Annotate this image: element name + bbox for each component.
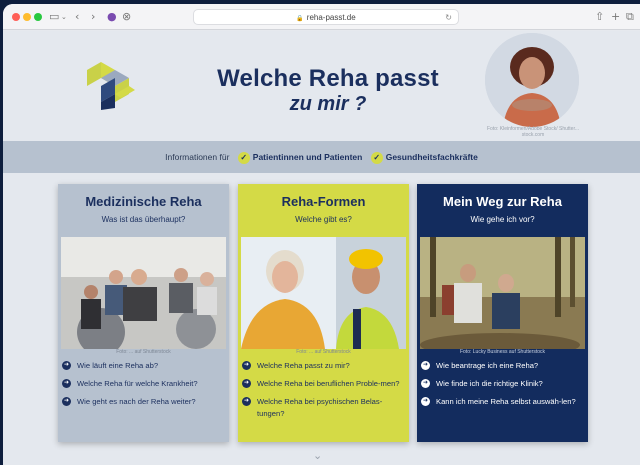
arrow-right-icon: ➜ [421, 379, 430, 388]
photo-credit: Foto: ... auf Shutterstock [296, 349, 351, 355]
card-title: Reha-Formen [281, 194, 366, 209]
forward-icon[interactable]: › [91, 10, 95, 24]
audience-professionals-link[interactable]: ✓ Gesundheitsfachkräfte [370, 141, 478, 173]
reha-logo-icon[interactable] [83, 56, 139, 112]
card-link-label: Welche Reha für welche Krankheit? [77, 379, 198, 388]
arrow-right-icon: ➜ [421, 361, 430, 370]
arrow-right-icon: ➜ [62, 397, 71, 406]
check-icon: ✓ [370, 151, 383, 164]
card-title: Mein Weg zur Reha [443, 194, 562, 209]
card-link-label: Kann ich meine Reha selbst auswäh-len? [436, 397, 576, 406]
card-link-label: Welche Reha bei beruflichen Proble-men? [257, 379, 400, 388]
arrow-right-icon: ➜ [242, 361, 251, 370]
back-icon[interactable]: ‹ [75, 10, 79, 24]
portrait-photo [485, 33, 579, 127]
card-link-label: Welche Reha bei psychischen Belas-tungen… [257, 397, 383, 418]
card-link[interactable]: ➜ Wie beantrage ich eine Reha? [421, 360, 584, 372]
card-link-label: Wie geht es nach der Reha weiter? [77, 397, 196, 406]
card-link[interactable]: ➜ Kann ich meine Reha selbst auswäh-len? [421, 396, 584, 408]
portrait-credit: Foto: Kleinformen/Adobe Stock/ Shutter..… [487, 126, 579, 138]
card-link-label: Wie beantrage ich eine Reha? [436, 361, 539, 370]
card-link-label: Welche Reha passt zu mir? [257, 361, 350, 370]
reload-icon[interactable]: ↻ [445, 10, 452, 25]
card-subtitle: Wie gehe ich vor? [470, 215, 535, 224]
card-medizinische-reha[interactable]: Medizinische Reha Was ist das überhaupt? [58, 184, 229, 442]
card-link-list: ➜ Welche Reha passt zu mir? ➜ Welche Reha … [242, 360, 405, 426]
card-link-label: Wie läuft eine Reha ab? [77, 361, 159, 370]
card-link[interactable]: ➜ Welche Reha für welche Krankheit? [62, 378, 225, 390]
card-link[interactable]: ➜ Welche Reha bei beruflichen Proble-men? [242, 378, 405, 390]
privacy-shield-icon[interactable]: ⊗ [122, 10, 131, 24]
tab-overview-icon[interactable]: ⧉ [626, 10, 634, 24]
card-photo [420, 237, 585, 349]
lock-icon: 🔒 [296, 16, 304, 22]
close-window-button[interactable] [12, 13, 20, 21]
arrow-right-icon: ➜ [242, 379, 251, 388]
card-link-list: ➜ Wie beantrage ich eine Reha? ➜ Wie finde… [421, 360, 584, 414]
card-link-label: Wie finde ich die richtige Klinik? [436, 379, 543, 388]
audience-bar: Informationen für ✓ Patientinnen und Pati… [3, 141, 640, 173]
photo-credit: Foto: Lucky Business auf Shutterstock [459, 349, 546, 355]
minimize-window-button[interactable] [23, 13, 31, 21]
scroll-down-chevron-icon[interactable]: ⌄ [313, 449, 322, 462]
hero-section: Welche Reha passt zu mir ? Foto: Kleinfo… [3, 31, 640, 141]
card-reha-formen[interactable]: Reha-Formen Welche gibt es? Foto: ... au… [238, 184, 409, 442]
page-subtitle: zu mir ? [289, 93, 367, 115]
audience-professionals-label: Gesundheitsfachkräfte [385, 152, 478, 162]
card-photo [61, 237, 226, 349]
audience-patients-link[interactable]: ✓ Patientinnen und Patienten [237, 141, 363, 173]
url-text: reha-passt.de [306, 13, 356, 22]
browser-window: ▭ ⌄ ‹ › ● ⊗ 🔒 reha-passt.de ↻ ⇧ + ⧉ Welch… [3, 4, 640, 465]
sidebar-toggle-icon[interactable]: ▭ [49, 10, 59, 24]
page-content: Welche Reha passt zu mir ? Foto: Kleinfo… [3, 31, 640, 465]
card-link[interactable]: ➜ Wie läuft eine Reha ab? [62, 360, 225, 372]
chevron-down-icon[interactable]: ⌄ [61, 10, 67, 24]
photo-credit: Foto: ... auf Shutterstock [116, 349, 171, 355]
arrow-right-icon: ➜ [62, 379, 71, 388]
card-link-list: ➜ Wie läuft eine Reha ab? ➜ Welche Reha fü… [62, 360, 225, 414]
card-link[interactable]: ➜ Wie finde ich die richtige Klinik? [421, 378, 584, 390]
zoom-window-button[interactable] [34, 13, 42, 21]
check-icon: ✓ [237, 151, 250, 164]
arrow-right-icon: ➜ [62, 361, 71, 370]
address-bar[interactable]: 🔒 reha-passt.de ↻ [193, 9, 459, 25]
browser-toolbar: ▭ ⌄ ‹ › ● ⊗ 🔒 reha-passt.de ↻ ⇧ + ⧉ [3, 4, 640, 30]
extension-icon[interactable]: ● [107, 10, 117, 24]
share-icon[interactable]: ⇧ [595, 10, 604, 24]
audience-prefix: Informationen für [165, 152, 230, 162]
card-link[interactable]: ➜ Wie geht es nach der Reha weiter? [62, 396, 225, 408]
card-subtitle: Was ist das überhaupt? [101, 215, 186, 224]
card-title: Medizinische Reha [85, 194, 202, 209]
card-subtitle: Welche gibt es? [295, 215, 352, 224]
card-mein-weg-zur-reha[interactable]: Mein Weg zur Reha Wie gehe ich vor? Foto… [417, 184, 588, 442]
arrow-right-icon: ➜ [421, 397, 430, 406]
card-photo [241, 237, 406, 349]
card-link[interactable]: ➜ Welche Reha passt zu mir? [242, 360, 405, 372]
page-title: Welche Reha passt [217, 65, 439, 92]
new-tab-icon[interactable]: + [611, 10, 620, 24]
card-link[interactable]: ➜ Welche Reha bei psychischen Belas-tunge… [242, 396, 405, 420]
arrow-right-icon: ➜ [242, 397, 251, 406]
audience-patients-label: Patientinnen und Patienten [252, 152, 363, 162]
